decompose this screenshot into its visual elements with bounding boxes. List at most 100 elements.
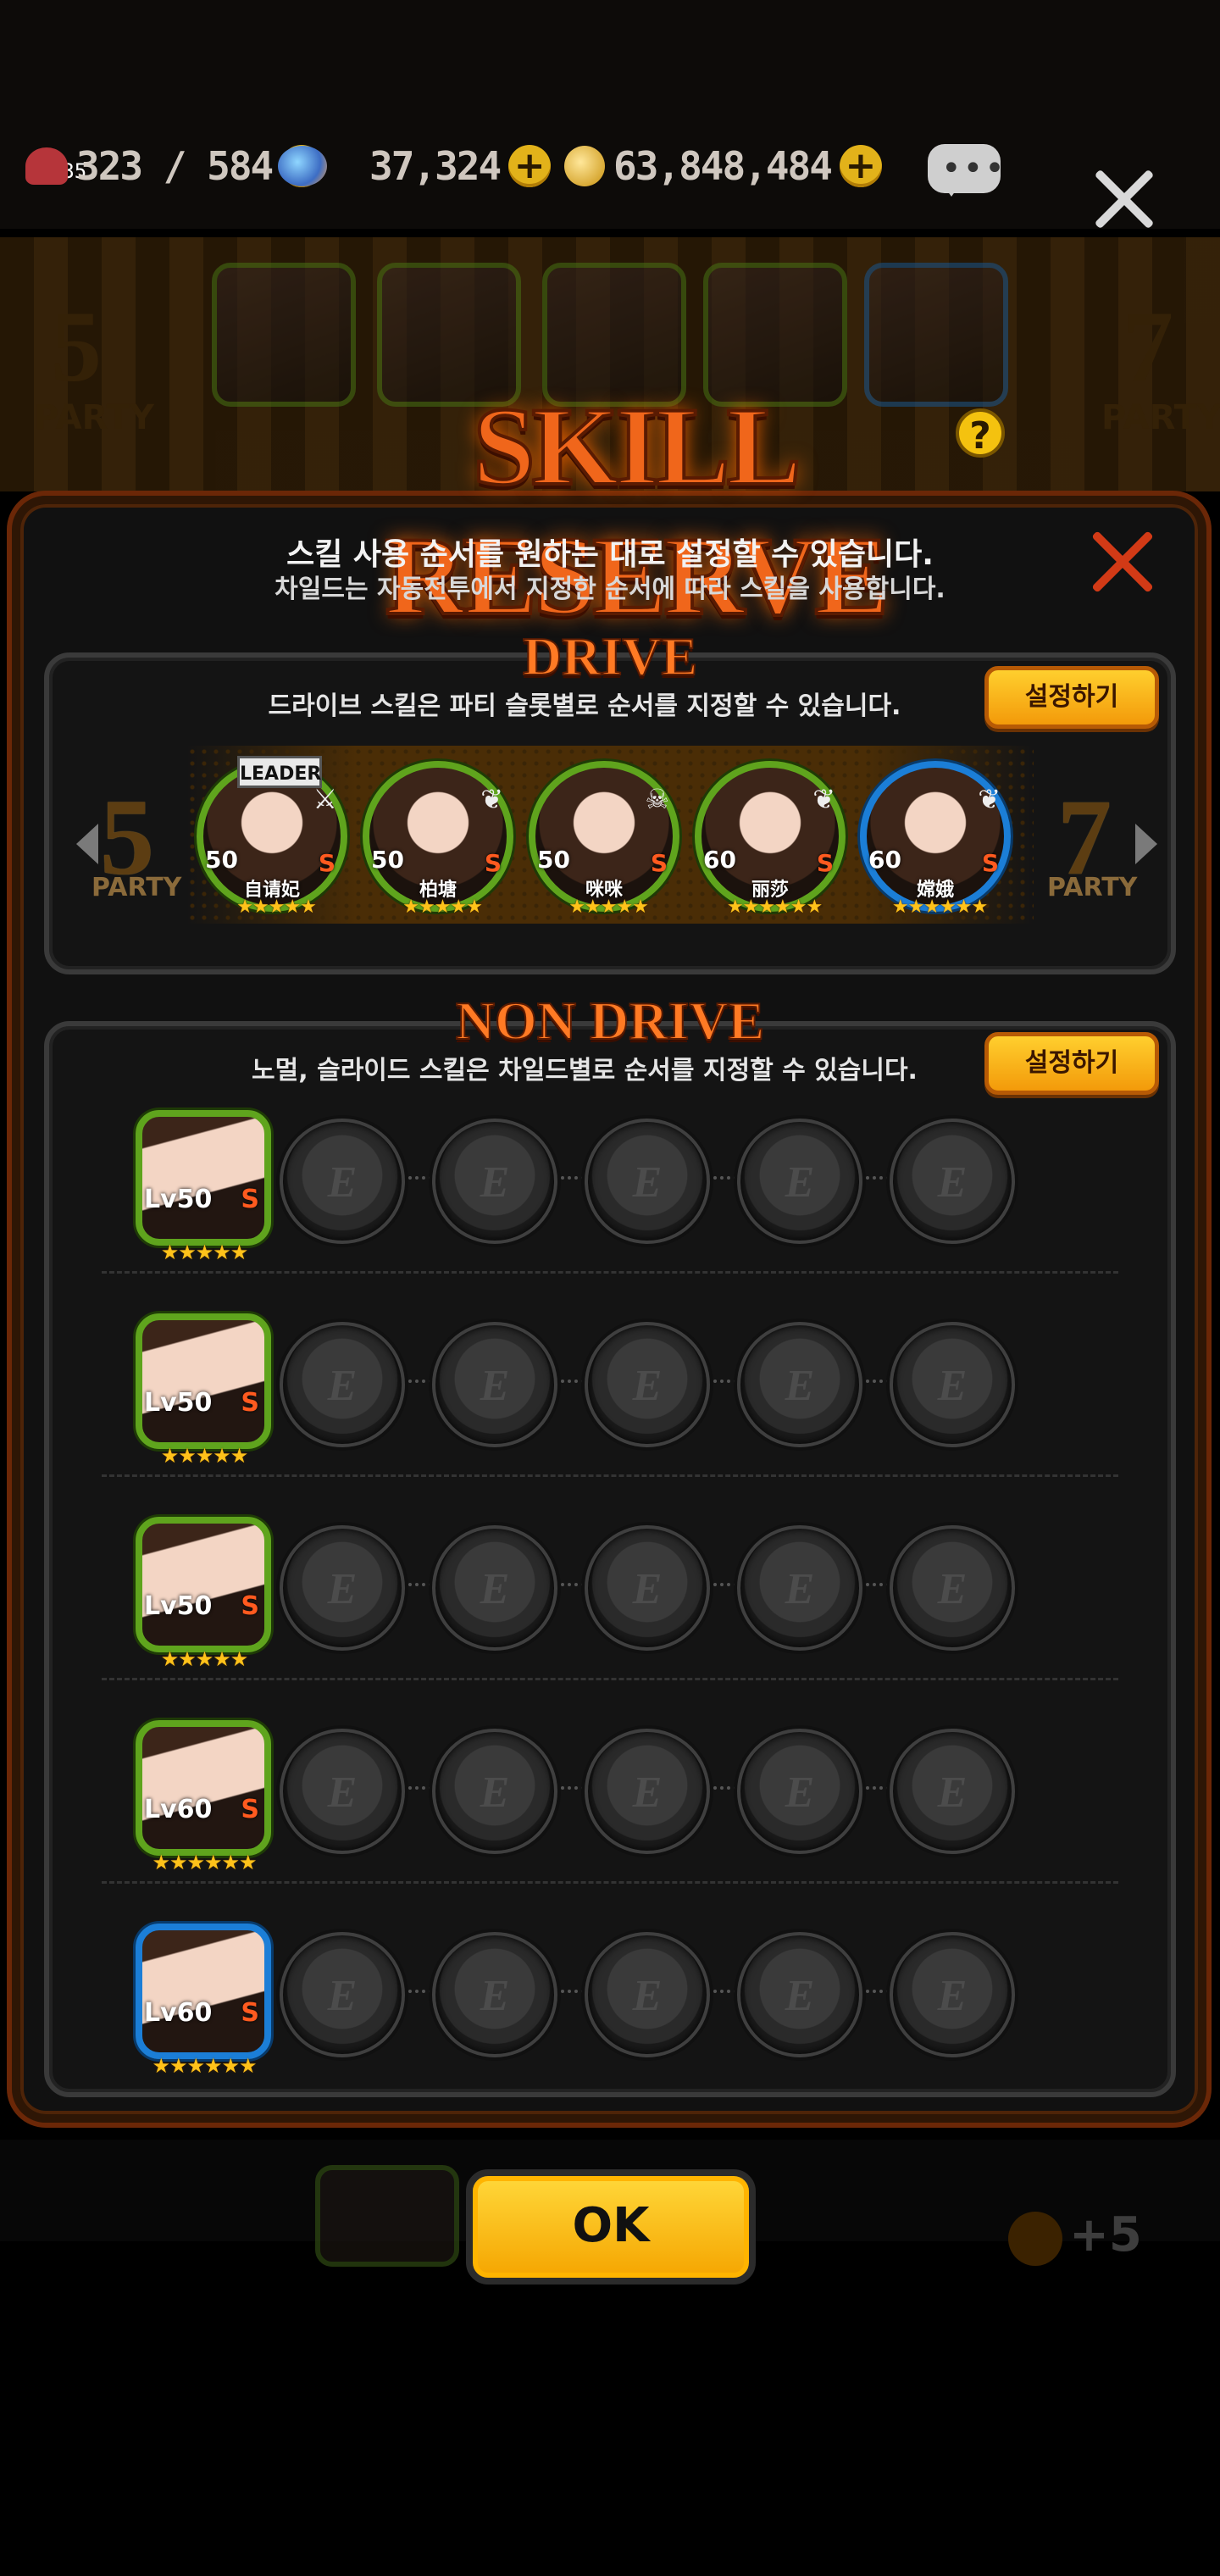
empty-skill-slot[interactable]: E — [585, 1932, 710, 2057]
gold-stat: 63,848,484 + — [564, 142, 882, 190]
child-rank: S — [241, 1185, 259, 1214]
star-rating: ★★★★★ — [160, 1241, 249, 1264]
character-rank: S — [650, 849, 668, 877]
star-rating: ★★★★★ — [568, 897, 649, 918]
empty-skill-slot[interactable]: E — [280, 1932, 405, 2057]
child-level: Lv60 — [144, 1795, 213, 1824]
drive-character-portrait[interactable]: LEADER ⚔ 50 S 自请妃 ★★★★★ — [197, 756, 347, 918]
empty-skill-slot[interactable]: E — [737, 1932, 862, 2057]
empty-skill-slot[interactable]: E — [432, 1932, 557, 2057]
empty-slot-label: E — [785, 1972, 815, 2020]
character-rank: S — [981, 849, 999, 877]
drive-settings-button[interactable]: 설정하기 — [984, 666, 1159, 729]
star-rating: ★★★★★★ — [891, 897, 988, 918]
empty-skill-slot[interactable]: E — [280, 1525, 405, 1651]
character-level: 50 — [371, 846, 404, 874]
empty-slot-label: E — [480, 1565, 510, 1613]
child-level: Lv50 — [144, 1388, 213, 1418]
leader-tag: LEADER — [237, 756, 322, 788]
empty-slot-label: E — [632, 1768, 663, 1817]
star-rating: ★★★★★★ — [152, 1851, 257, 1874]
child-rank: S — [241, 1795, 259, 1824]
drive-character-portrait[interactable]: ❦ 60 S 嫦娥 ★★★★★★ — [860, 761, 1011, 918]
empty-slot-label: E — [480, 1362, 510, 1410]
bg-prev-party-label: PARTY — [34, 398, 154, 437]
dialog-title: SKILL RESERVE — [384, 382, 891, 640]
bg-next-party-number: 7 — [1123, 290, 1173, 402]
class-badge-icon: ❦ — [480, 783, 503, 815]
class-badge-icon: ⚔ — [313, 783, 337, 815]
empty-skill-slot[interactable]: E — [585, 1119, 710, 1244]
empty-slot-label: E — [327, 1158, 358, 1207]
row-divider — [102, 1678, 1118, 1680]
empty-skill-slot[interactable]: E — [737, 1322, 862, 1447]
empty-slot-label: E — [327, 1972, 358, 2020]
character-level: 60 — [868, 846, 901, 874]
drive-character-portrait[interactable]: ☠ 50 S 咪咪 ★★★★★ — [529, 761, 679, 918]
child-rank: S — [241, 1998, 259, 2028]
empty-slot-label: E — [480, 1972, 510, 2020]
empty-slot-label: E — [632, 1362, 663, 1410]
drive-character-portrait[interactable]: ❦ 60 S 丽莎 ★★★★★★ — [695, 761, 846, 918]
character-rank: S — [484, 849, 502, 877]
reward-count: +5 — [1069, 2207, 1142, 2262]
empty-skill-slot[interactable]: E — [737, 1119, 862, 1244]
next-party-arrow-icon[interactable] — [1135, 824, 1178, 864]
character-level: 60 — [703, 846, 736, 874]
drive-character-portrait[interactable]: ❦ 50 S 柏塘 ★★★★★ — [363, 761, 513, 918]
empty-skill-slot[interactable]: E — [585, 1729, 710, 1854]
chat-button[interactable]: ••• — [928, 144, 1005, 197]
child-rank: S — [241, 1388, 259, 1418]
empty-skill-slot[interactable]: E — [280, 1119, 405, 1244]
non-drive-row: Lv50 S ★★★★★ E E E E E — [59, 1508, 1161, 1680]
empty-skill-slot[interactable]: E — [890, 1932, 1015, 2057]
empty-skill-slot[interactable]: E — [432, 1322, 557, 1447]
star-rating: ★★★★★★ — [152, 2054, 257, 2078]
heart-icon — [25, 147, 68, 185]
help-button[interactable]: ? — [956, 408, 1005, 458]
empty-skill-slot[interactable]: E — [890, 1525, 1015, 1651]
empty-skill-slot[interactable]: E — [890, 1119, 1015, 1244]
child-rank: S — [241, 1591, 259, 1621]
empty-slot-label: E — [632, 1972, 663, 2020]
star-rating: ★★★★★ — [160, 1647, 249, 1671]
child-level: Lv50 — [144, 1185, 213, 1214]
empty-skill-slot[interactable]: E — [280, 1322, 405, 1447]
character-level: 50 — [537, 846, 570, 874]
empty-skill-slot[interactable]: E — [585, 1525, 710, 1651]
empty-slot-label: E — [327, 1768, 358, 1817]
empty-skill-slot[interactable]: E — [432, 1729, 557, 1854]
ok-button[interactable]: OK — [466, 2169, 756, 2285]
empty-slot-label: E — [937, 1158, 968, 1207]
bottom-portrait — [315, 2165, 459, 2267]
empty-skill-slot[interactable]: E — [890, 1729, 1015, 1854]
prev-party-arrow-icon[interactable] — [56, 824, 98, 864]
child-level: Lv60 — [144, 1998, 213, 2028]
dialog-close-icon[interactable] — [1086, 525, 1159, 598]
class-badge-icon: ❦ — [978, 783, 1001, 815]
child-portrait: Lv50 S ★★★★★ — [136, 1313, 271, 1468]
star-rating: ★★★★★ — [160, 1444, 249, 1468]
empty-slot-label: E — [632, 1158, 663, 1207]
empty-skill-slot[interactable]: E — [432, 1119, 557, 1244]
empty-skill-slot[interactable]: E — [890, 1322, 1015, 1447]
empty-skill-slot[interactable]: E — [585, 1322, 710, 1447]
class-badge-icon: ❦ — [812, 783, 835, 815]
empty-skill-slot[interactable]: E — [280, 1729, 405, 1854]
non-drive-settings-button[interactable]: 설정하기 — [984, 1032, 1159, 1095]
empty-skill-slot[interactable]: E — [737, 1729, 862, 1854]
empty-slot-label: E — [937, 1565, 968, 1613]
add-gold-button[interactable]: + — [839, 145, 882, 187]
add-gems-button[interactable]: + — [508, 145, 552, 187]
child-portrait: Lv50 S ★★★★★ — [136, 1517, 271, 1671]
chat-icon: ••• — [941, 149, 1006, 188]
empty-skill-slot[interactable]: E — [432, 1525, 557, 1651]
empty-slot-label: E — [632, 1565, 663, 1613]
empty-slot-label: E — [327, 1565, 358, 1613]
reward-icon — [1008, 2212, 1062, 2266]
empty-skill-slot[interactable]: E — [737, 1525, 862, 1651]
close-screen-icon[interactable] — [1086, 161, 1162, 237]
status-bar: 02:35 323 / 584 + 37,324 + 63,848,484 + … — [0, 127, 1220, 203]
star-rating: ★★★★★ — [236, 897, 317, 918]
empty-slot-label: E — [937, 1362, 968, 1410]
